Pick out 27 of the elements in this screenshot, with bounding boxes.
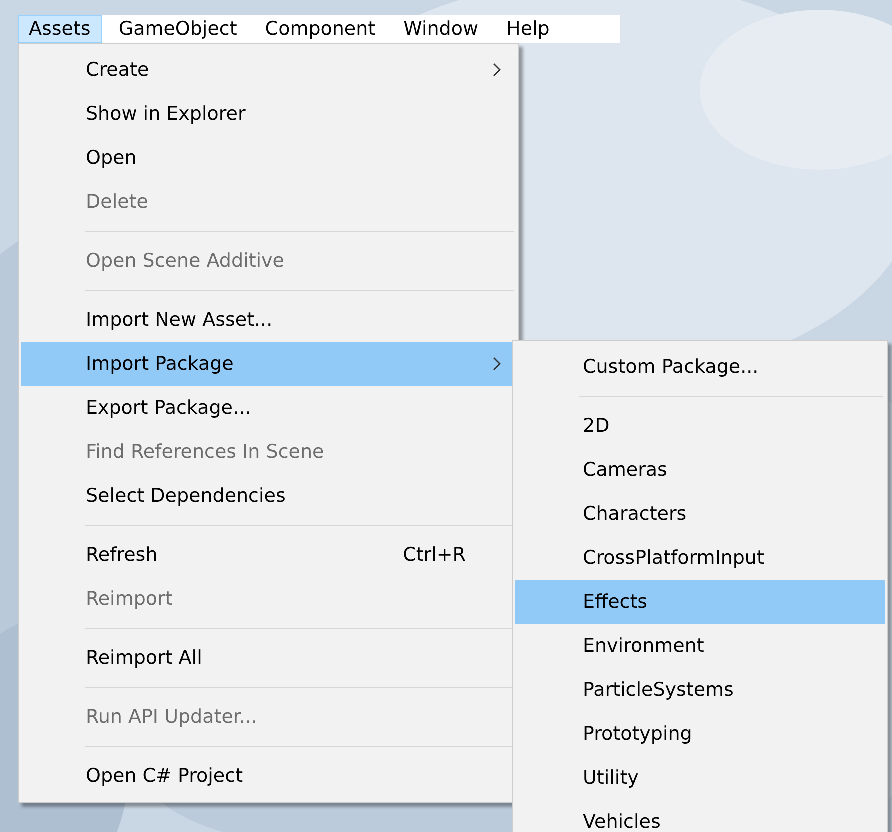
menu-item[interactable]: Create <box>21 48 516 92</box>
menu-item[interactable]: Custom Package... <box>515 345 885 389</box>
menu-item[interactable]: Effects <box>515 580 885 624</box>
menu-bar-item[interactable]: Component <box>254 15 387 43</box>
menu-item[interactable]: Reimport All <box>21 636 516 680</box>
menu-item[interactable]: Environment <box>515 624 885 668</box>
chevron-right-icon <box>492 63 502 77</box>
menu-item[interactable]: Vehicles <box>515 800 885 832</box>
chevron-right-icon <box>492 357 502 371</box>
menu-item[interactable]: ParticleSystems <box>515 668 885 712</box>
menu-item[interactable]: Open C# Project <box>21 754 516 798</box>
menu-bar-item[interactable]: Assets <box>18 15 102 43</box>
menu-item[interactable]: Export Package... <box>21 386 516 430</box>
menu-bar-item[interactable]: Window <box>392 15 490 43</box>
menu-bar-item[interactable]: Help <box>496 15 561 43</box>
menu-item[interactable]: Cameras <box>515 448 885 492</box>
menu-item[interactable]: Open <box>21 136 516 180</box>
menu-item[interactable]: Prototyping <box>515 712 885 756</box>
menu-item[interactable]: CrossPlatformInput <box>515 536 885 580</box>
menu-item[interactable]: Characters <box>515 492 885 536</box>
menu-item[interactable]: Select Dependencies <box>21 474 516 518</box>
menu-item[interactable]: Utility <box>515 756 885 800</box>
menu-item[interactable]: Import New Asset... <box>21 298 516 342</box>
menu-item[interactable]: 2D <box>515 404 885 448</box>
menu-item[interactable]: Refresh Ctrl+R <box>21 533 516 577</box>
menu-item[interactable]: Show in Explorer <box>21 92 516 136</box>
menu-bar-item[interactable]: GameObject <box>108 15 248 43</box>
